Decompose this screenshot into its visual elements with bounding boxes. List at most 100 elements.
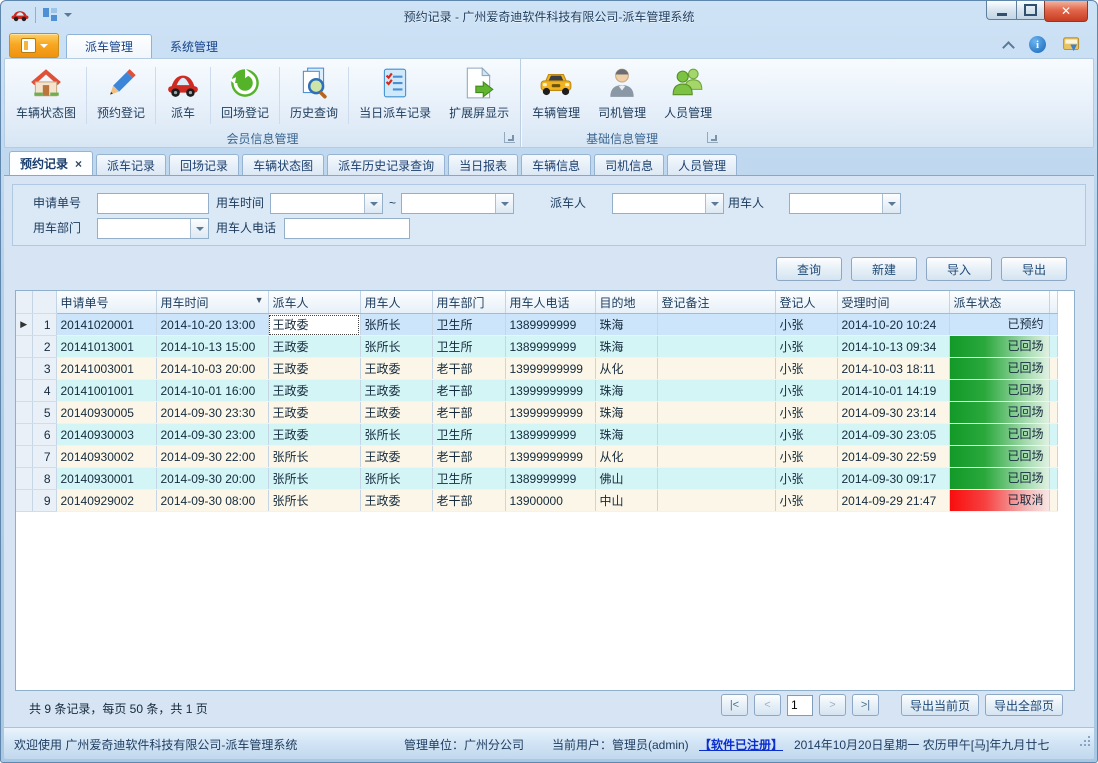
- cell-受理时间[interactable]: 2014-09-29 21:47: [837, 490, 949, 512]
- cell-用车人电话[interactable]: 1389999999: [505, 424, 595, 446]
- cell-登记备注[interactable]: [657, 402, 775, 424]
- today-dispatch-records-button[interactable]: 当日派车记录: [350, 62, 440, 129]
- cell-用车时间[interactable]: 2014-10-20 13:00: [156, 314, 268, 336]
- cell-登记备注[interactable]: [657, 468, 775, 490]
- driver-manage-button[interactable]: 司机管理: [589, 62, 655, 129]
- row-indicator-cell[interactable]: [16, 468, 32, 490]
- cell-派车人[interactable]: 王政委: [268, 314, 360, 336]
- cell-用车人[interactable]: 王政委: [360, 402, 432, 424]
- cell-受理时间[interactable]: 2014-09-30 09:17: [837, 468, 949, 490]
- cell-登记备注[interactable]: [657, 490, 775, 512]
- doc-tab-当日报表[interactable]: 当日报表: [448, 154, 518, 175]
- user-combo[interactable]: [789, 193, 901, 214]
- cell-申请单号[interactable]: 20141020001: [56, 314, 156, 336]
- table-row[interactable]: 6201409300032014-09-30 23:00王政委张所长卫生所138…: [16, 424, 1057, 446]
- last-page-button[interactable]: >|: [852, 694, 879, 716]
- column-header-派车人[interactable]: 派车人: [268, 291, 360, 314]
- cell-用车人电话[interactable]: 1389999999: [505, 468, 595, 490]
- next-page-button[interactable]: >: [819, 694, 846, 716]
- cell-申请单号[interactable]: 20140930002: [56, 446, 156, 468]
- cell-登记备注[interactable]: [657, 336, 775, 358]
- cell-用车部门[interactable]: 卫生所: [432, 336, 505, 358]
- row-indicator-cell[interactable]: [16, 402, 32, 424]
- row-indicator-cell[interactable]: [16, 380, 32, 402]
- cell-登记人[interactable]: 小张: [775, 490, 837, 512]
- cell-申请单号[interactable]: 20141013001: [56, 336, 156, 358]
- cell-申请单号[interactable]: 20141001001: [56, 380, 156, 402]
- cell-用车人[interactable]: 张所长: [360, 314, 432, 336]
- cell-登记备注[interactable]: [657, 446, 775, 468]
- minimize-button[interactable]: [986, 1, 1016, 20]
- cell-用车人电话[interactable]: 13999999999: [505, 446, 595, 468]
- cell-申请单号[interactable]: 20141003001: [56, 358, 156, 380]
- reservation-register-button[interactable]: 预约登记: [88, 62, 154, 129]
- column-header-登记人[interactable]: 登记人: [775, 291, 837, 314]
- cell-受理时间[interactable]: 2014-09-30 22:59: [837, 446, 949, 468]
- cell-用车时间[interactable]: 2014-09-30 23:00: [156, 424, 268, 446]
- cell-派车状态[interactable]: 已预约: [949, 314, 1049, 336]
- row-indicator-cell[interactable]: [16, 424, 32, 446]
- cell-派车状态[interactable]: 已回场: [949, 336, 1049, 358]
- cell-用车人[interactable]: 王政委: [360, 490, 432, 512]
- doc-tab-派车历史记录查询[interactable]: 派车历史记录查询: [327, 154, 445, 175]
- row-indicator-cell[interactable]: [16, 490, 32, 512]
- cell-登记备注[interactable]: [657, 424, 775, 446]
- table-row[interactable]: 4201410010012014-10-01 16:00王政委王政委老干部139…: [16, 380, 1057, 402]
- cell-派车人[interactable]: 张所长: [268, 446, 360, 468]
- cell-用车时间[interactable]: 2014-09-30 08:00: [156, 490, 268, 512]
- cell-登记人[interactable]: 小张: [775, 380, 837, 402]
- cell-用车部门[interactable]: 老干部: [432, 490, 505, 512]
- cell-登记备注[interactable]: [657, 358, 775, 380]
- cell-用车人[interactable]: 王政委: [360, 380, 432, 402]
- cell-受理时间[interactable]: 2014-09-30 23:14: [837, 402, 949, 424]
- column-header-受理时间[interactable]: 受理时间: [837, 291, 949, 314]
- cell-用车部门[interactable]: 卫生所: [432, 424, 505, 446]
- cell-申请单号[interactable]: 20140929002: [56, 490, 156, 512]
- personnel-manage-button[interactable]: 人员管理: [655, 62, 721, 129]
- cell-用车人电话[interactable]: 13900000: [505, 490, 595, 512]
- table-row[interactable]: 2201410130012014-10-13 15:00王政委张所长卫生所138…: [16, 336, 1057, 358]
- cell-用车时间[interactable]: 2014-09-30 22:00: [156, 446, 268, 468]
- cell-用车人电话[interactable]: 13999999999: [505, 380, 595, 402]
- dispatcher-combo[interactable]: [612, 193, 724, 214]
- cell-派车状态[interactable]: 已回场: [949, 468, 1049, 490]
- cell-派车人[interactable]: 王政委: [268, 380, 360, 402]
- cell-派车状态[interactable]: 已回场: [949, 424, 1049, 446]
- info-icon[interactable]: i: [1029, 36, 1046, 53]
- page-number-input[interactable]: [787, 695, 813, 716]
- cell-派车状态[interactable]: 已取消: [949, 490, 1049, 512]
- cell-用车人电话[interactable]: 13999999999: [505, 402, 595, 424]
- column-header-用车部门[interactable]: 用车部门: [432, 291, 505, 314]
- column-header-用车人电话[interactable]: 用车人电话: [505, 291, 595, 314]
- export-button[interactable]: 导出: [1001, 257, 1067, 281]
- current-row-indicator[interactable]: ▶: [16, 314, 32, 336]
- cell-用车部门[interactable]: 老干部: [432, 358, 505, 380]
- table-row[interactable]: 8201409300012014-09-30 20:00张所长张所长卫生所138…: [16, 468, 1057, 490]
- use-time-to-combo[interactable]: [401, 193, 514, 214]
- cell-用车人电话[interactable]: 13999999999: [505, 358, 595, 380]
- query-button[interactable]: 查询: [776, 257, 842, 281]
- cell-用车部门[interactable]: 老干部: [432, 402, 505, 424]
- cell-用车时间[interactable]: 2014-09-30 23:30: [156, 402, 268, 424]
- cell-登记人[interactable]: 小张: [775, 314, 837, 336]
- cell-受理时间[interactable]: 2014-10-13 09:34: [837, 336, 949, 358]
- cell-用车时间[interactable]: 2014-10-13 15:00: [156, 336, 268, 358]
- about-icon[interactable]: [1062, 36, 1082, 53]
- cell-用车部门[interactable]: 卫生所: [432, 468, 505, 490]
- cell-登记人[interactable]: 小张: [775, 468, 837, 490]
- cell-派车人[interactable]: 王政委: [268, 424, 360, 446]
- close-tab-icon[interactable]: ×: [75, 159, 82, 169]
- resize-grip[interactable]: [1080, 736, 1090, 746]
- cell-目的地[interactable]: 珠海: [595, 424, 657, 446]
- cell-受理时间[interactable]: 2014-10-20 10:24: [837, 314, 949, 336]
- ribbon-tab-system[interactable]: 系统管理: [152, 34, 236, 58]
- cell-目的地[interactable]: 珠海: [595, 336, 657, 358]
- column-header-目的地[interactable]: 目的地: [595, 291, 657, 314]
- extended-screen-button[interactable]: 扩展屏显示: [440, 62, 518, 129]
- cell-派车人[interactable]: 张所长: [268, 468, 360, 490]
- cell-派车状态[interactable]: 已回场: [949, 446, 1049, 468]
- department-combo[interactable]: [97, 218, 209, 239]
- cell-申请单号[interactable]: 20140930001: [56, 468, 156, 490]
- cell-派车人[interactable]: 王政委: [268, 358, 360, 380]
- doc-tab-车辆状态图[interactable]: 车辆状态图: [242, 154, 324, 175]
